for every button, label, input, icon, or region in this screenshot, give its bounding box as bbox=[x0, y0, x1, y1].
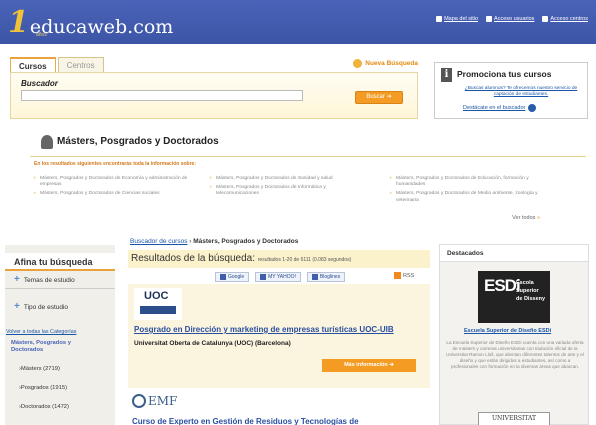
top-links: Mapa del sitio Acceso usuarios Acceso ce… bbox=[436, 16, 588, 22]
filter-sidebar: Afina tu búsqueda + Temas de estudio + T… bbox=[5, 245, 115, 425]
divider bbox=[30, 156, 586, 157]
masters-intro: En los resultados siguientes encontrarás… bbox=[34, 161, 196, 167]
new-search-link[interactable]: Nueva Búsqueda bbox=[353, 59, 418, 68]
center-access-link[interactable]: Acceso centros bbox=[542, 16, 588, 22]
promo-box: i Promociona tus cursos ¿Buscas alumnos?… bbox=[434, 62, 588, 119]
result-institution: Universitat Oberta de Catalunya (UOC) (B… bbox=[134, 340, 291, 347]
see-all-link[interactable]: Ver todos » bbox=[512, 215, 540, 221]
sidebar-title: Afina tu búsqueda bbox=[5, 253, 115, 271]
rss-icon bbox=[394, 272, 401, 279]
selected-category: Másters, Posgrados y Doctorados bbox=[11, 340, 71, 353]
universitat-logo[interactable]: UNIVERSITAT bbox=[478, 412, 550, 425]
category-link[interactable]: Másters, Posgrados y Doctorados de Sanid… bbox=[210, 176, 365, 182]
user-icon bbox=[486, 16, 493, 22]
emf-logo[interactable]: EMF bbox=[132, 389, 196, 413]
rss-link[interactable]: RSS bbox=[394, 272, 414, 279]
masters-column-3: Másters, Posgrados y Doctorados de Educa… bbox=[390, 176, 545, 207]
filter-temas[interactable]: + Temas de estudio bbox=[14, 274, 75, 285]
yahoo-button[interactable]: MY YAHOO! bbox=[255, 272, 301, 282]
results-header: Resultados de la búsqueda: resultados 1-… bbox=[128, 250, 430, 268]
arrow-circle-icon bbox=[528, 104, 537, 112]
category-link[interactable]: Másters, Posgrados y Doctorados de Cienc… bbox=[34, 191, 189, 197]
featured-link[interactable]: Escuela Superior de Diseño ESDi bbox=[464, 328, 551, 334]
masters-column-2: Másters, Posgrados y Doctorados de Sanid… bbox=[210, 176, 365, 201]
site-logo[interactable]: 1 educaweb.com años bbox=[8, 5, 174, 40]
category-link[interactable]: Másters, Posgrados y Doctorados de Educa… bbox=[390, 176, 545, 188]
search-box: Cursos Centros Nueva Búsqueda Buscador B… bbox=[10, 57, 418, 120]
masters-panel: Másters, Posgrados y Doctorados En los r… bbox=[10, 130, 590, 226]
count-doctorados[interactable]: ›Doctorados (1472) bbox=[19, 404, 69, 410]
search-input[interactable] bbox=[21, 90, 303, 101]
plus-icon: + bbox=[14, 274, 20, 285]
more-info-button[interactable]: Más información ➔ bbox=[322, 359, 416, 372]
user-access-link[interactable]: Acceso usuarios bbox=[486, 16, 534, 22]
page: 1 educaweb.com años Mapa del sitio Acces… bbox=[0, 0, 596, 425]
featured-title: Destacados bbox=[440, 245, 588, 262]
featured-panel: Destacados ESDi Escola Superior de Disse… bbox=[439, 244, 589, 425]
site-header: 1 educaweb.com años Mapa del sitio Acces… bbox=[0, 0, 596, 44]
logo-sub: años bbox=[36, 32, 47, 38]
sitemap-link[interactable]: Mapa del sitio bbox=[436, 16, 478, 22]
graduate-icon bbox=[41, 135, 53, 149]
breadcrumb: Buscador de cursos › Másters, Posgrados … bbox=[130, 238, 299, 245]
promo-description[interactable]: ¿Buscas alumnos? Te ofrecemos nuestro se… bbox=[457, 86, 585, 98]
result-item: UOC Posgrado en Dirección y marketing de… bbox=[128, 284, 430, 388]
masters-title: Másters, Posgrados y Doctorados bbox=[57, 136, 219, 147]
uoc-logo[interactable]: UOC bbox=[134, 288, 182, 320]
back-to-categories-link[interactable]: Volver a todas las Categorías bbox=[6, 329, 76, 335]
result-title-link[interactable]: Posgrado en Dirección y marketing de emp… bbox=[134, 325, 394, 334]
promo-link[interactable]: Destácate en el buscador bbox=[463, 104, 537, 112]
count-masters[interactable]: ›Másters (2719) bbox=[19, 366, 60, 372]
logo-text: educaweb.com bbox=[29, 16, 174, 38]
filter-tipo[interactable]: + Tipo de estudio bbox=[14, 301, 68, 312]
masters-column-1: Másters, Posgrados y Doctorados de Econo… bbox=[34, 176, 189, 201]
search-circle-icon bbox=[353, 59, 363, 68]
tab-cursos[interactable]: Cursos bbox=[10, 57, 56, 73]
results-meta: resultados 1-20 de 6111 (0.083 segundos) bbox=[257, 257, 352, 263]
breadcrumb-current: Másters, Posgrados y Doctorados bbox=[193, 238, 299, 245]
search-button[interactable]: Buscar ➔ bbox=[355, 91, 403, 104]
sitemap-icon bbox=[436, 16, 443, 22]
category-link[interactable]: Másters, Posgrados y Doctorados de Econo… bbox=[34, 176, 189, 188]
category-link[interactable]: Másters, Posgrados y Doctorados de Medio… bbox=[390, 191, 545, 203]
buscador-label: Buscador bbox=[21, 79, 58, 88]
plus-icon: + bbox=[14, 301, 20, 312]
subscribe-buttons: Google MY YAHOO! Bloglines bbox=[215, 272, 346, 282]
info-icon: i bbox=[441, 68, 452, 82]
esdi-logo[interactable]: ESDi Escola Superior de Disseny bbox=[478, 271, 550, 323]
tab-centros[interactable]: Centros bbox=[57, 57, 104, 73]
count-posgrados[interactable]: ›Posgrados (1915) bbox=[19, 385, 67, 391]
category-link[interactable]: Másters, Posgrados y Doctorados de Infor… bbox=[210, 185, 365, 197]
emf-mark-icon bbox=[132, 394, 146, 408]
plus-icon bbox=[311, 274, 318, 280]
search-tabs: Cursos Centros bbox=[10, 57, 106, 73]
divider bbox=[5, 288, 115, 289]
monitor-icon bbox=[542, 16, 549, 22]
featured-description: La Escuela Superior de Diseño ESDi cuent… bbox=[446, 340, 584, 369]
plus-icon bbox=[260, 274, 267, 280]
result-item: EMF Curso de Experto en Gestión de Resid… bbox=[128, 389, 430, 425]
bloglines-button[interactable]: Bloglines bbox=[306, 272, 346, 282]
result-title-link[interactable]: Curso de Experto en Gestión de Residuos … bbox=[132, 417, 412, 425]
google-button[interactable]: Google bbox=[215, 272, 250, 282]
breadcrumb-link[interactable]: Buscador de cursos bbox=[130, 238, 187, 245]
promo-title: Promociona tus cursos bbox=[457, 69, 552, 79]
logo-number: 1 bbox=[8, 5, 29, 40]
plus-icon bbox=[220, 274, 226, 280]
